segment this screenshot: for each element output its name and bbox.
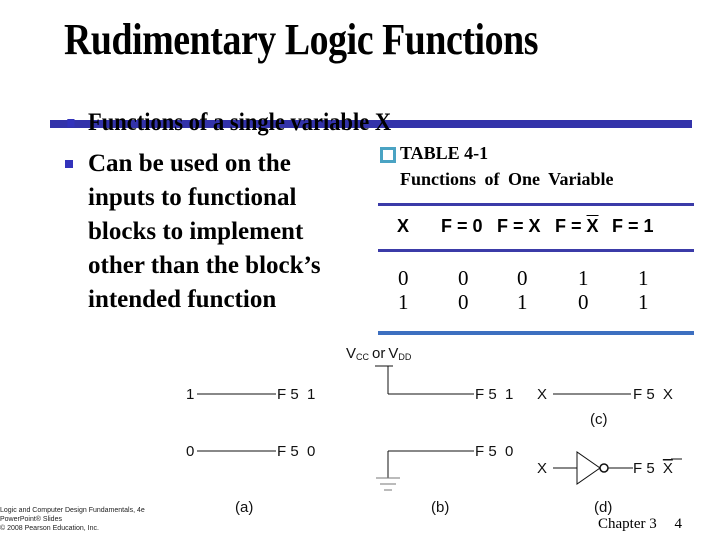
footer-line: Logic and Computer Design Fundamentals, … <box>0 507 145 514</box>
diagram-c-input: X <box>537 386 547 403</box>
supply-or: or <box>372 345 385 362</box>
diagram-c-output-prefix: F 5 <box>633 386 659 403</box>
not-gate-icon <box>576 451 609 485</box>
caption-d: (d) <box>594 499 612 516</box>
diagram-b-output-1: F 5 1 <box>475 386 513 403</box>
caption-c: (c) <box>590 411 608 428</box>
ground-icon <box>376 477 400 491</box>
caption-a: (a) <box>235 499 253 516</box>
diagram-b-output-0: F 5 0 <box>475 443 513 460</box>
supply-sub-dd: DD <box>398 352 411 362</box>
chapter-label: Chapter 3 <box>598 516 657 532</box>
diagram-d-output-prefix: F 5 <box>633 460 659 477</box>
diagram-a-input-1: 1 <box>186 386 194 403</box>
caption-b: (b) <box>431 499 449 516</box>
footer-page-info: Chapter 3 4 <box>598 516 682 533</box>
page-number: 4 <box>674 516 682 532</box>
diagram-b-supply-label: VCC or VDD <box>346 345 412 362</box>
diagram-a-output-1: F 5 1 <box>277 386 315 403</box>
footer-copyright: Logic and Computer Design Fundamentals, … <box>0 506 145 533</box>
diagram-c-output: F 5 X <box>633 386 673 403</box>
diagram-c-output-var: X <box>663 386 673 403</box>
supply-sub-cc: CC <box>356 352 369 362</box>
logic-diagram: 1 F 5 1 0 F 5 0 VCC or VDD F 5 1 F 5 0 X F… <box>186 345 682 516</box>
supply-v2: V <box>388 345 398 362</box>
supply-v: V <box>346 345 356 362</box>
diagram-a-output-0: F 5 0 <box>277 443 315 460</box>
diagram-d-output: F 5 X <box>633 460 673 477</box>
footer-line: © 2008 Pearson Education, Inc. <box>0 525 99 532</box>
diagram-a-input-0: 0 <box>186 443 194 460</box>
footer-line: PowerPoint® Slides <box>0 516 62 523</box>
diagram-d-input: X <box>537 460 547 477</box>
diagram-d-output-var: X <box>663 460 673 477</box>
